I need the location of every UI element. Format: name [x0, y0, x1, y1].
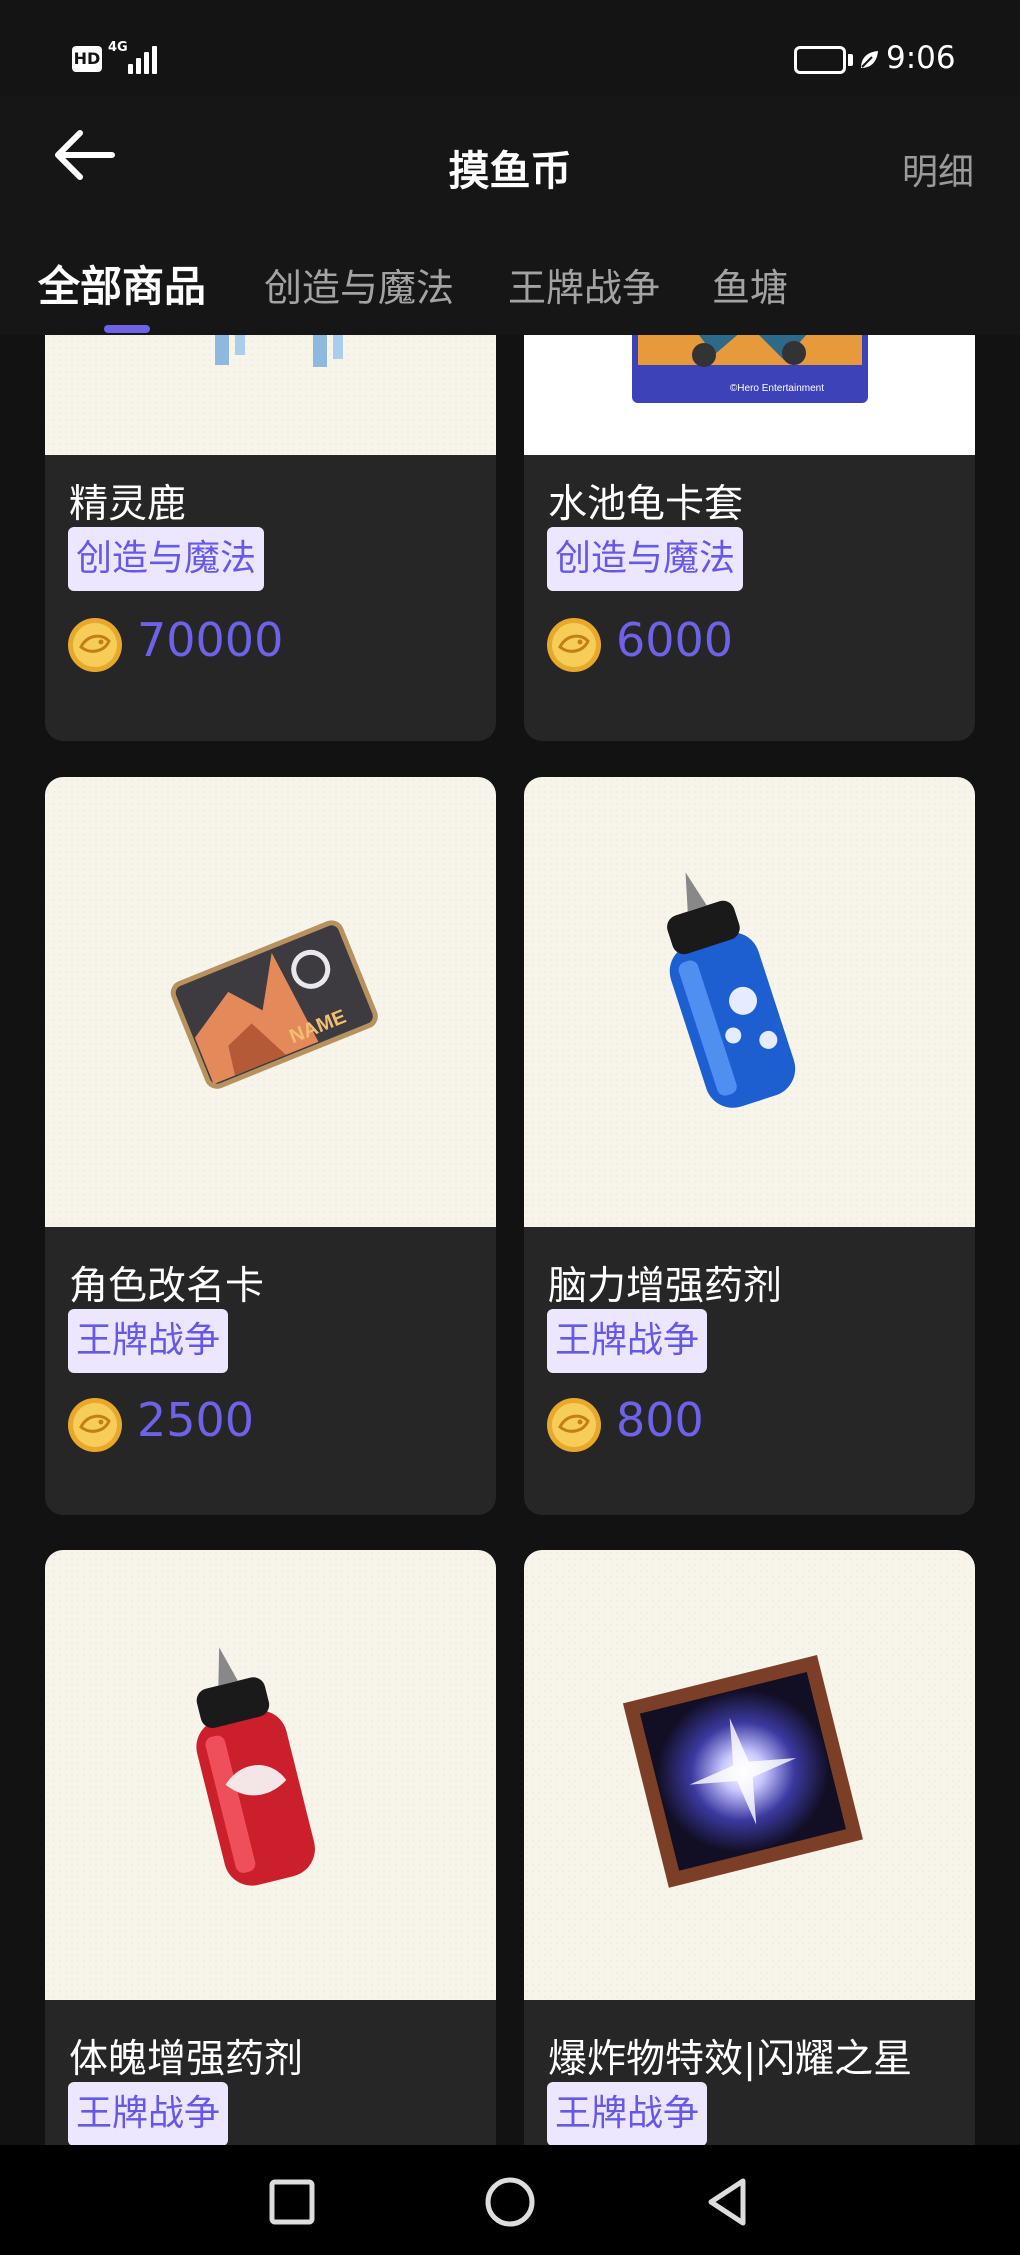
product-card[interactable]: 爆炸物特效|闪耀之星 王牌战争 — [524, 1550, 975, 2145]
coin-icon — [68, 618, 122, 672]
product-grid: 精灵鹿 创造与魔法 70000 ©Hero Entertainment 水池龟卡… — [0, 335, 1020, 2145]
product-price: 2500 — [137, 1393, 255, 1447]
circle-icon[interactable] — [475, 2167, 545, 2237]
product-price: 6000 — [616, 613, 734, 667]
header: 摸鱼币 明细 — [0, 95, 1020, 235]
product-image-blue-bottle — [524, 777, 975, 1227]
product-tag: 创造与魔法 — [68, 527, 265, 591]
coin-icon — [547, 618, 601, 672]
product-image-star-frame — [524, 1550, 975, 2000]
product-name: 爆炸物特效|闪耀之星 — [548, 2037, 913, 2082]
active-tab-indicator — [104, 325, 150, 333]
triangle-icon[interactable] — [693, 2167, 763, 2237]
product-name: 精灵鹿 — [69, 482, 187, 527]
product-image-red-bottle — [45, 1550, 496, 2000]
product-name: 水池龟卡套 — [548, 482, 744, 527]
product-card[interactable]: ©Hero Entertainment 水池龟卡套 创造与魔法 6000 — [524, 335, 975, 741]
card-sleeve-copyright: ©Hero Entertainment — [730, 383, 824, 394]
product-card[interactable]: 脑力增强药剂 王牌战争 800 — [524, 777, 975, 1515]
product-tag: 创造与魔法 — [547, 527, 744, 591]
leaf-icon — [861, 51, 878, 68]
product-name: 角色改名卡 — [69, 1264, 265, 1309]
product-card[interactable]: 精灵鹿 创造与魔法 70000 — [45, 335, 496, 741]
product-tag: 王牌战争 — [68, 2082, 229, 2145]
status-bar: HD 4G 76 9:06 — [0, 0, 1020, 95]
coin-icon — [547, 1398, 601, 1452]
product-image-deer — [45, 335, 496, 455]
product-price: 70000 — [137, 613, 284, 667]
detail-link[interactable]: 明细 — [902, 143, 974, 195]
page-title: 摸鱼币 — [448, 147, 572, 195]
battery-tip — [848, 54, 853, 66]
category-tabs: 全部商品 创造与魔法 王牌战争 鱼塘 — [0, 235, 1020, 335]
system-nav-bar — [0, 2145, 1020, 2255]
product-image-card-sleeve: ©Hero Entertainment — [524, 335, 975, 455]
tab-fish-pond[interactable]: 鱼塘 — [712, 257, 788, 312]
square-icon[interactable] — [257, 2167, 327, 2237]
clock: 9:06 — [886, 40, 956, 76]
product-image-rename-card: NAME — [45, 777, 496, 1227]
product-tag: 王牌战争 — [547, 2082, 708, 2145]
product-card[interactable]: NAME 角色改名卡 王牌战争 2500 — [45, 777, 496, 1515]
product-name: 脑力增强药剂 — [548, 1264, 783, 1309]
signal-icon — [124, 44, 160, 74]
battery-percent: 76 — [807, 47, 833, 68]
product-price: 800 — [616, 1393, 704, 1447]
coin-icon — [68, 1398, 122, 1452]
hd-badge: HD — [72, 46, 102, 72]
product-tag: 王牌战争 — [68, 1309, 229, 1373]
product-name: 体魄增强药剂 — [69, 2037, 304, 2082]
tab-all-products[interactable]: 全部商品 — [38, 253, 206, 314]
tab-ace-war[interactable]: 王牌战争 — [508, 257, 660, 312]
product-card[interactable]: 体魄增强药剂 王牌战争 — [45, 1550, 496, 2145]
product-tag: 王牌战争 — [547, 1309, 708, 1373]
battery-icon: 76 — [794, 46, 846, 74]
tab-create-magic[interactable]: 创造与魔法 — [264, 257, 454, 312]
